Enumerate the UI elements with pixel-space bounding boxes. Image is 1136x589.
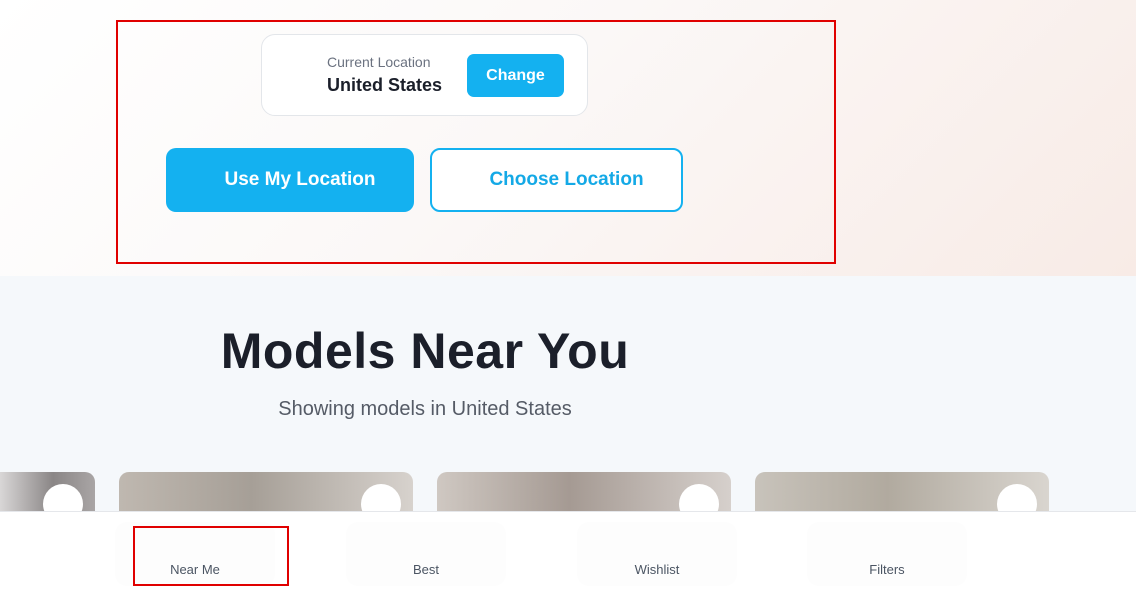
page-title: Models Near You (220, 323, 630, 379)
nav-item-label: Filters (869, 562, 905, 577)
nav-item-label: Best (412, 562, 439, 577)
nav-item-filters[interactable]: Filters (807, 512, 967, 589)
nav-item-best[interactable]: Best (346, 512, 506, 589)
page-subtitle: Showing models in United States (278, 398, 572, 420)
nav-item-label: Wishlist (634, 562, 680, 577)
nav-item-wishlist[interactable]: Wishlist (577, 512, 737, 589)
highlight-box-near-me (133, 526, 289, 586)
highlight-box-location (116, 20, 836, 264)
location-hero: Current Location United States Change Us… (0, 0, 1136, 276)
